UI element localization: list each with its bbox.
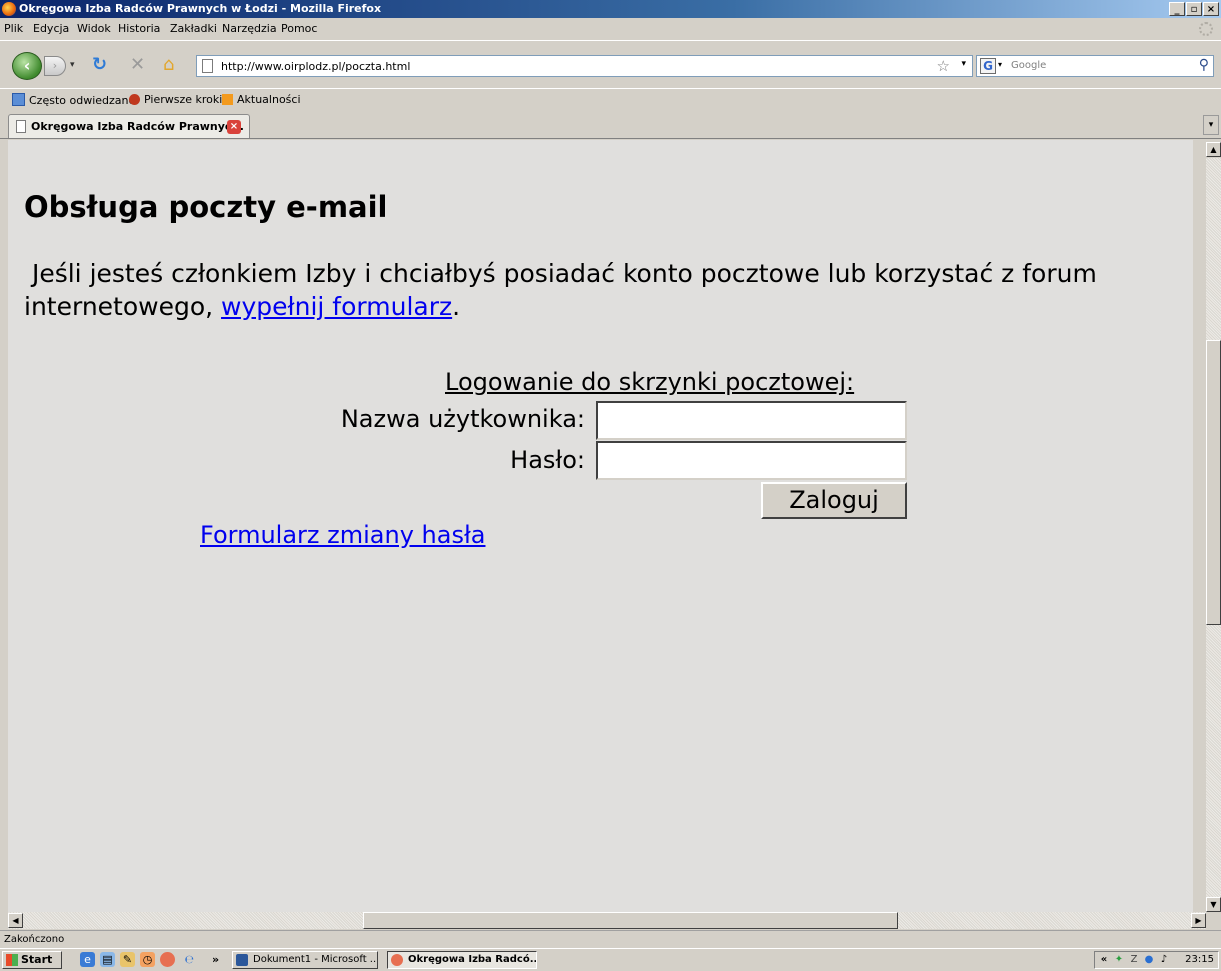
antivirus-icon[interactable]: Z	[1128, 954, 1140, 966]
intro-period: .	[452, 292, 461, 321]
scroll-right-arrow-icon[interactable]: ▶	[1191, 913, 1206, 928]
firefox-bookmark-icon	[129, 94, 140, 105]
firefox-icon	[2, 2, 16, 16]
url-text[interactable]: http://www.oirplodz.pl/poczta.html	[221, 60, 410, 73]
window-title: Okręgowa Izba Radców Prawnych w Łodzi - …	[19, 2, 382, 15]
signup-form-link[interactable]: wypełnij formularz	[221, 292, 452, 321]
system-tray: « ✦ Z ● ♪ 23:15	[1094, 951, 1219, 969]
bookmark-star-icon[interactable]: ☆	[937, 57, 950, 75]
close-window-button[interactable]: ×	[1203, 2, 1219, 16]
search-input[interactable]: Google	[1011, 60, 1046, 71]
url-dropdown-icon[interactable]: ▾	[961, 59, 966, 69]
start-button[interactable]: Start	[2, 951, 62, 969]
history-dropdown-icon[interactable]: ▾	[70, 60, 75, 70]
stop-icon[interactable]: ✕	[130, 55, 145, 75]
menu-bar: Plik Edycja Widok Historia Zakładki Narz…	[0, 19, 1221, 39]
messenger-icon[interactable]: ●	[1143, 954, 1155, 966]
tab-label: Okręgowa Izba Radców Prawnyc...	[31, 120, 244, 133]
page-content: Obsługa poczty e-mail Jeśli jesteś człon…	[8, 140, 1193, 912]
search-engine-icon[interactable]: G	[980, 58, 996, 74]
desktop-quicklaunch-icon[interactable]: ▤	[100, 952, 115, 967]
username-input[interactable]	[596, 401, 907, 440]
login-button[interactable]: Zaloguj	[761, 482, 907, 519]
bookmark-folder-icon	[12, 93, 25, 106]
tab-active[interactable]: Okręgowa Izba Radców Prawnyc... ×	[8, 114, 250, 138]
quicklaunch-more[interactable]: »	[208, 952, 223, 967]
page-icon	[202, 59, 213, 73]
username-label: Nazwa użytkownika:	[340, 405, 585, 433]
menu-bookmarks[interactable]: Zakładki	[170, 22, 217, 35]
menu-view[interactable]: Widok	[77, 22, 111, 35]
change-password-link[interactable]: Formularz zmiany hasła	[200, 521, 485, 549]
menu-tools[interactable]: Narzędzia	[222, 22, 277, 35]
ie2-quicklaunch-icon[interactable]: ℮	[182, 952, 197, 967]
firefox-icon	[391, 954, 403, 966]
tab-close-icon[interactable]: ×	[227, 120, 241, 134]
menu-file[interactable]: Plik	[4, 22, 23, 35]
password-label: Hasło:	[510, 446, 585, 474]
forward-button[interactable]: ›	[44, 56, 66, 76]
throbber-icon	[1199, 22, 1213, 36]
firefox-quicklaunch-icon[interactable]	[160, 952, 175, 967]
tab-list-icon[interactable]: ▾	[1203, 115, 1219, 135]
page-icon	[16, 120, 26, 133]
scroll-down-arrow-icon[interactable]: ▼	[1206, 897, 1221, 912]
search-icon[interactable]: ⚲	[1199, 57, 1209, 73]
reload-icon[interactable]: ↻	[92, 55, 107, 75]
minimize-button[interactable]: _	[1169, 2, 1185, 16]
login-heading: Logowanie do skrzynki pocztowej:	[445, 368, 855, 396]
menu-history[interactable]: Historia	[118, 22, 160, 35]
network-icon[interactable]: ✦	[1113, 954, 1125, 966]
vertical-scroll-thumb[interactable]	[1206, 340, 1221, 625]
clock-quicklaunch-icon[interactable]: ◷	[140, 952, 155, 967]
home-icon[interactable]: ⌂	[163, 55, 174, 75]
rss-icon	[222, 94, 233, 105]
status-bar: Zakończono	[0, 930, 1221, 949]
page-title: Obsługa poczty e-mail	[24, 190, 388, 224]
back-button[interactable]: ‹	[12, 52, 42, 80]
maximize-button[interactable]: ▫	[1186, 2, 1202, 16]
taskbar-item-word[interactable]: Dokument1 - Microsoft ...	[232, 951, 378, 969]
password-input[interactable]	[596, 441, 907, 480]
ie-quicklaunch-icon[interactable]: e	[80, 952, 95, 967]
menu-help[interactable]: Pomoc	[281, 22, 317, 35]
bookmarks-toolbar: Często odwiedzane Pierwsze kroki Aktualn…	[0, 88, 1221, 111]
word-icon	[236, 954, 248, 966]
volume-icon[interactable]: ♪	[1158, 954, 1170, 966]
status-text: Zakończono	[4, 934, 65, 945]
clock: 23:15	[1185, 954, 1214, 965]
window-title-bar[interactable]: Okręgowa Izba Radców Prawnych w Łodzi - …	[0, 0, 1221, 18]
windows-logo-icon	[6, 954, 18, 966]
menu-edit[interactable]: Edycja	[33, 22, 69, 35]
search-bar[interactable]: G ▾ Google ⚲	[976, 55, 1214, 77]
search-engine-dropdown-icon[interactable]: ▾	[998, 60, 1002, 69]
bookmark-latest-headlines[interactable]: Aktualności	[222, 93, 301, 106]
app-quicklaunch-icon[interactable]: ✎	[120, 952, 135, 967]
scroll-left-arrow-icon[interactable]: ◀	[8, 913, 23, 928]
intro-paragraph: Jeśli jesteś członkiem Izby i chciałbyś …	[24, 257, 1104, 323]
tray-expand[interactable]: «	[1098, 954, 1110, 966]
bookmark-most-visited[interactable]: Często odwiedzane	[12, 93, 135, 107]
scroll-up-arrow-icon[interactable]: ▲	[1206, 142, 1221, 157]
bookmark-getting-started[interactable]: Pierwsze kroki	[129, 93, 222, 106]
horizontal-scroll-thumb[interactable]	[363, 912, 898, 929]
taskbar-item-firefox[interactable]: Okręgowa Izba Radcó...	[387, 951, 537, 969]
intro-text: Jeśli jesteś członkiem Izby i chciałbyś …	[24, 259, 1105, 321]
address-bar[interactable]: http://www.oirplodz.pl/poczta.html ☆ ▾	[196, 55, 973, 77]
